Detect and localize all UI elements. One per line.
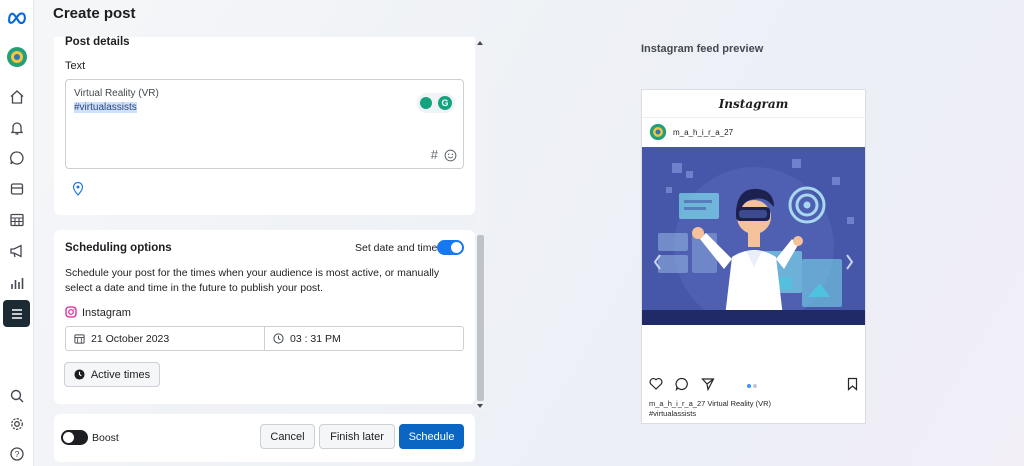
lightbulb-icon[interactable]: [420, 97, 432, 109]
scheduling-card: Scheduling options Set date and time Sch…: [54, 230, 475, 404]
page-title: Create post: [53, 5, 136, 22]
active-times-button[interactable]: Active times: [64, 362, 160, 387]
post-details-card: Post details Text Virtual Reality (VR) #…: [54, 36, 475, 215]
post-text-area[interactable]: Virtual Reality (VR) #virtualassists G #: [65, 79, 464, 169]
emoji-icon[interactable]: [444, 149, 457, 162]
time-value: 03 : 31 PM: [290, 332, 341, 345]
boost-label: Boost: [92, 432, 119, 444]
notifications-icon[interactable]: [6, 117, 28, 139]
comment-icon[interactable]: [675, 377, 689, 392]
profile-avatar: [649, 123, 667, 141]
help-icon[interactable]: ?: [6, 443, 28, 465]
carousel-dot: [753, 384, 757, 388]
boost-toggle[interactable]: [61, 430, 88, 445]
writing-tools[interactable]: G: [417, 93, 455, 113]
platform-label: Instagram: [82, 307, 131, 319]
preview-title: Instagram feed preview: [641, 43, 764, 55]
text-line-2-selected: #virtualassists: [74, 102, 137, 113]
ads-icon[interactable]: [6, 240, 28, 262]
svg-text:?: ?: [15, 449, 20, 459]
schedule-button[interactable]: Schedule: [399, 424, 464, 449]
vr-illustration: [642, 147, 865, 325]
bookmark-icon[interactable]: [847, 377, 858, 391]
grammar-tool-icon[interactable]: G: [438, 96, 452, 110]
preview-caption-line2: #virtualassists: [649, 409, 697, 418]
active-times-label: Active times: [90, 368, 151, 381]
calendar-icon: [74, 334, 85, 344]
insights-icon[interactable]: [6, 272, 28, 294]
settings-icon[interactable]: [6, 413, 28, 435]
post-details-title: Post details: [65, 36, 130, 48]
date-picker[interactable]: 21 October 2023: [65, 326, 265, 351]
scrollbar-thumb[interactable]: [477, 235, 484, 401]
text-line-1: Virtual Reality (VR): [74, 88, 159, 99]
scroll-up-arrow-icon[interactable]: [477, 41, 483, 45]
text-label: Text: [65, 60, 86, 72]
search-icon[interactable]: [6, 385, 28, 407]
cancel-button[interactable]: Cancel: [260, 424, 315, 449]
home-icon[interactable]: [6, 86, 28, 108]
account-icon[interactable]: [6, 46, 28, 68]
clock-filled-icon: [74, 369, 85, 380]
preview-caption-line1: m_a_h_i_r_a_27 Virtual Reality (VR): [649, 399, 772, 408]
date-value: 21 October 2023: [91, 332, 170, 345]
planner-icon[interactable]: [6, 209, 28, 231]
instagram-icon: [65, 306, 77, 318]
location-pin-icon[interactable]: [72, 181, 84, 196]
messages-icon[interactable]: [6, 147, 28, 169]
share-send-icon[interactable]: [701, 377, 715, 392]
instagram-wordmark: Instagram: [642, 90, 865, 118]
clock-icon: [273, 333, 284, 344]
content-icon[interactable]: [6, 178, 28, 200]
form-scrollbar[interactable]: [475, 37, 486, 410]
left-nav-rail: ?: [0, 0, 34, 466]
preview-username: m_a_h_i_r_a_27: [673, 128, 734, 137]
finish-later-button[interactable]: Finish later: [319, 424, 395, 449]
instagram-preview: Instagram m_a_h_i_r_a_27 m_a_h_i_r_a_27 …: [641, 89, 866, 424]
scheduling-title: Scheduling options: [65, 242, 172, 254]
post-image: [642, 147, 865, 325]
menu-icon[interactable]: [3, 300, 30, 327]
like-heart-icon[interactable]: [649, 377, 663, 390]
meta-logo[interactable]: [5, 6, 29, 28]
set-date-label: Set date and time: [355, 242, 438, 254]
carousel-dot-active: [747, 384, 751, 388]
set-date-toggle[interactable]: [437, 240, 464, 255]
hashtag-icon[interactable]: #: [431, 147, 438, 162]
scheduling-description: Schedule your post for the times when yo…: [65, 267, 440, 294]
scroll-down-arrow-icon[interactable]: [477, 404, 483, 408]
time-picker[interactable]: 03 : 31 PM: [264, 326, 464, 351]
footer-bar: Boost Cancel Finish later Schedule: [54, 414, 475, 462]
